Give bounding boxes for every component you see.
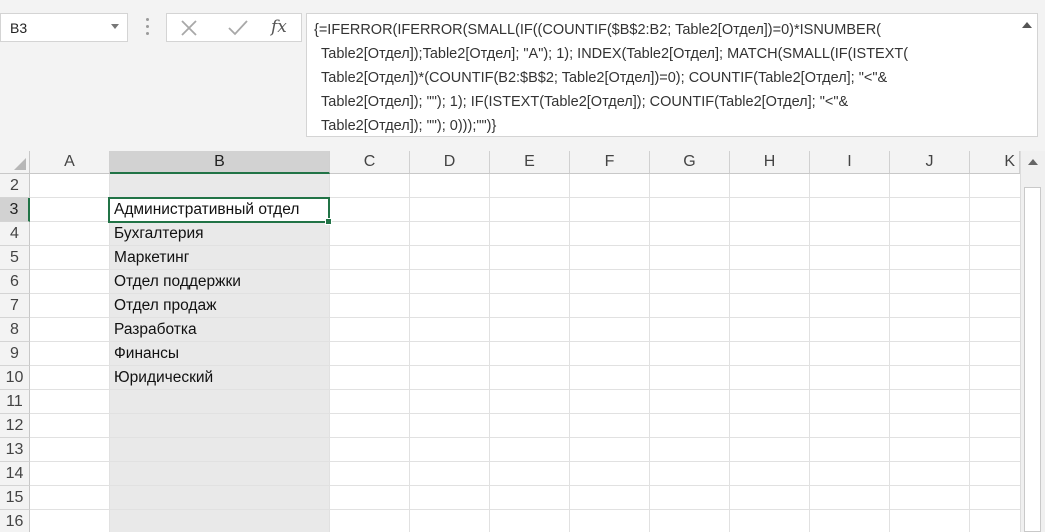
column-header-j[interactable]: J	[890, 151, 970, 173]
cell-b3[interactable]: Административный отдел	[110, 198, 330, 222]
column-header-d[interactable]: D	[410, 151, 490, 173]
drag-handle-icon[interactable]	[146, 18, 150, 38]
cell-area[interactable]: Административный отдел Бухгалтерия Марке…	[30, 174, 1020, 532]
gridline	[729, 174, 730, 532]
column-header-b[interactable]: B	[110, 151, 330, 174]
enter-button[interactable]	[215, 14, 259, 41]
select-all-icon	[14, 158, 26, 170]
formula-line: {=IFERROR(IFERROR(SMALL(IF((COUNTIF($B$2…	[314, 22, 882, 38]
row-header[interactable]: 7	[0, 294, 30, 318]
cell-b9[interactable]: Финансы	[110, 342, 330, 366]
column-header-f[interactable]: F	[570, 151, 650, 173]
formula-input[interactable]: {=IFERROR(IFERROR(SMALL(IF((COUNTIF($B$2…	[306, 13, 1038, 137]
check-icon	[228, 20, 248, 36]
row-header[interactable]: 12	[0, 414, 30, 438]
row-header[interactable]: 3	[0, 198, 30, 222]
gridline	[30, 437, 1020, 438]
column-header-e[interactable]: E	[490, 151, 570, 173]
row-header[interactable]: 2	[0, 174, 30, 198]
cell-b4[interactable]: Бухгалтерия	[110, 222, 330, 246]
cell-b6[interactable]: Отдел поддержки	[110, 270, 330, 294]
cell-b5[interactable]: Маркетинг	[110, 246, 330, 270]
column-header-i[interactable]: I	[810, 151, 890, 173]
name-box[interactable]: B3	[0, 13, 128, 42]
gridline	[30, 509, 1020, 510]
gridline	[30, 485, 1020, 486]
row-header[interactable]: 9	[0, 342, 30, 366]
row-header[interactable]: 13	[0, 438, 30, 462]
formula-line: Table2[Отдел])*(COUNTIF(B2:$B$2; Table2[…	[321, 70, 888, 86]
column-header-a[interactable]: A	[30, 151, 110, 173]
cell-b2[interactable]	[110, 174, 330, 198]
formula-line: Table2[Отдел]);Table2[Отдел]; "A"); 1); …	[321, 46, 909, 62]
cell-b10[interactable]: Юридический	[110, 366, 330, 390]
insert-function-button[interactable]: fx	[271, 17, 287, 37]
chevron-down-icon[interactable]	[111, 24, 119, 29]
row-header[interactable]: 14	[0, 462, 30, 486]
column-headers: A B C D E F G H I J K	[0, 151, 1045, 174]
row-header[interactable]: 15	[0, 486, 30, 510]
cancel-button[interactable]	[167, 14, 211, 41]
formula-line: Table2[Отдел]); ""); 0)));"")}	[321, 118, 497, 134]
gridline	[889, 174, 890, 532]
row-header[interactable]: 4	[0, 222, 30, 246]
close-icon	[181, 20, 197, 36]
cell-b7[interactable]: Отдел продаж	[110, 294, 330, 318]
row-header[interactable]: 6	[0, 270, 30, 294]
row-header[interactable]: 10	[0, 366, 30, 390]
cell-b8[interactable]: Разработка	[110, 318, 330, 342]
select-all-button[interactable]	[0, 151, 30, 173]
column-header-g[interactable]: G	[650, 151, 730, 173]
gridline	[30, 461, 1020, 462]
gridline	[409, 174, 410, 532]
formula-text: {=IFERROR(IFERROR(SMALL(IF((COUNTIF($B$2…	[314, 18, 1004, 138]
formula-buttons: fx	[166, 13, 302, 42]
formula-line: Table2[Отдел]); ""); 1); IF(ISTEXT(Table…	[321, 94, 849, 110]
scrollbar-thumb[interactable]	[1024, 187, 1041, 532]
vertical-scrollbar[interactable]	[1020, 151, 1045, 532]
gridline	[649, 174, 650, 532]
formula-bar-area: B3 fx {=IFERROR(IFERROR(SMALL(IF((COUNTI…	[0, 0, 1045, 151]
gridline	[969, 174, 970, 532]
row-header[interactable]: 8	[0, 318, 30, 342]
column-header-h[interactable]: H	[730, 151, 810, 173]
row-header[interactable]: 11	[0, 390, 30, 414]
gridline	[809, 174, 810, 532]
row-header[interactable]: 16	[0, 510, 30, 532]
spreadsheet-grid: A B C D E F G H I J K 2 3 4 5 6 7 8 9 10…	[0, 151, 1045, 532]
collapse-formula-bar-icon[interactable]	[1022, 22, 1032, 28]
column-header-c[interactable]: C	[330, 151, 410, 173]
row-header[interactable]: 5	[0, 246, 30, 270]
gridline	[489, 174, 490, 532]
scroll-up-icon[interactable]	[1028, 159, 1038, 165]
gridline	[569, 174, 570, 532]
name-box-value: B3	[10, 20, 28, 36]
column-header-k[interactable]: K	[970, 151, 1020, 173]
gridline	[30, 413, 1020, 414]
